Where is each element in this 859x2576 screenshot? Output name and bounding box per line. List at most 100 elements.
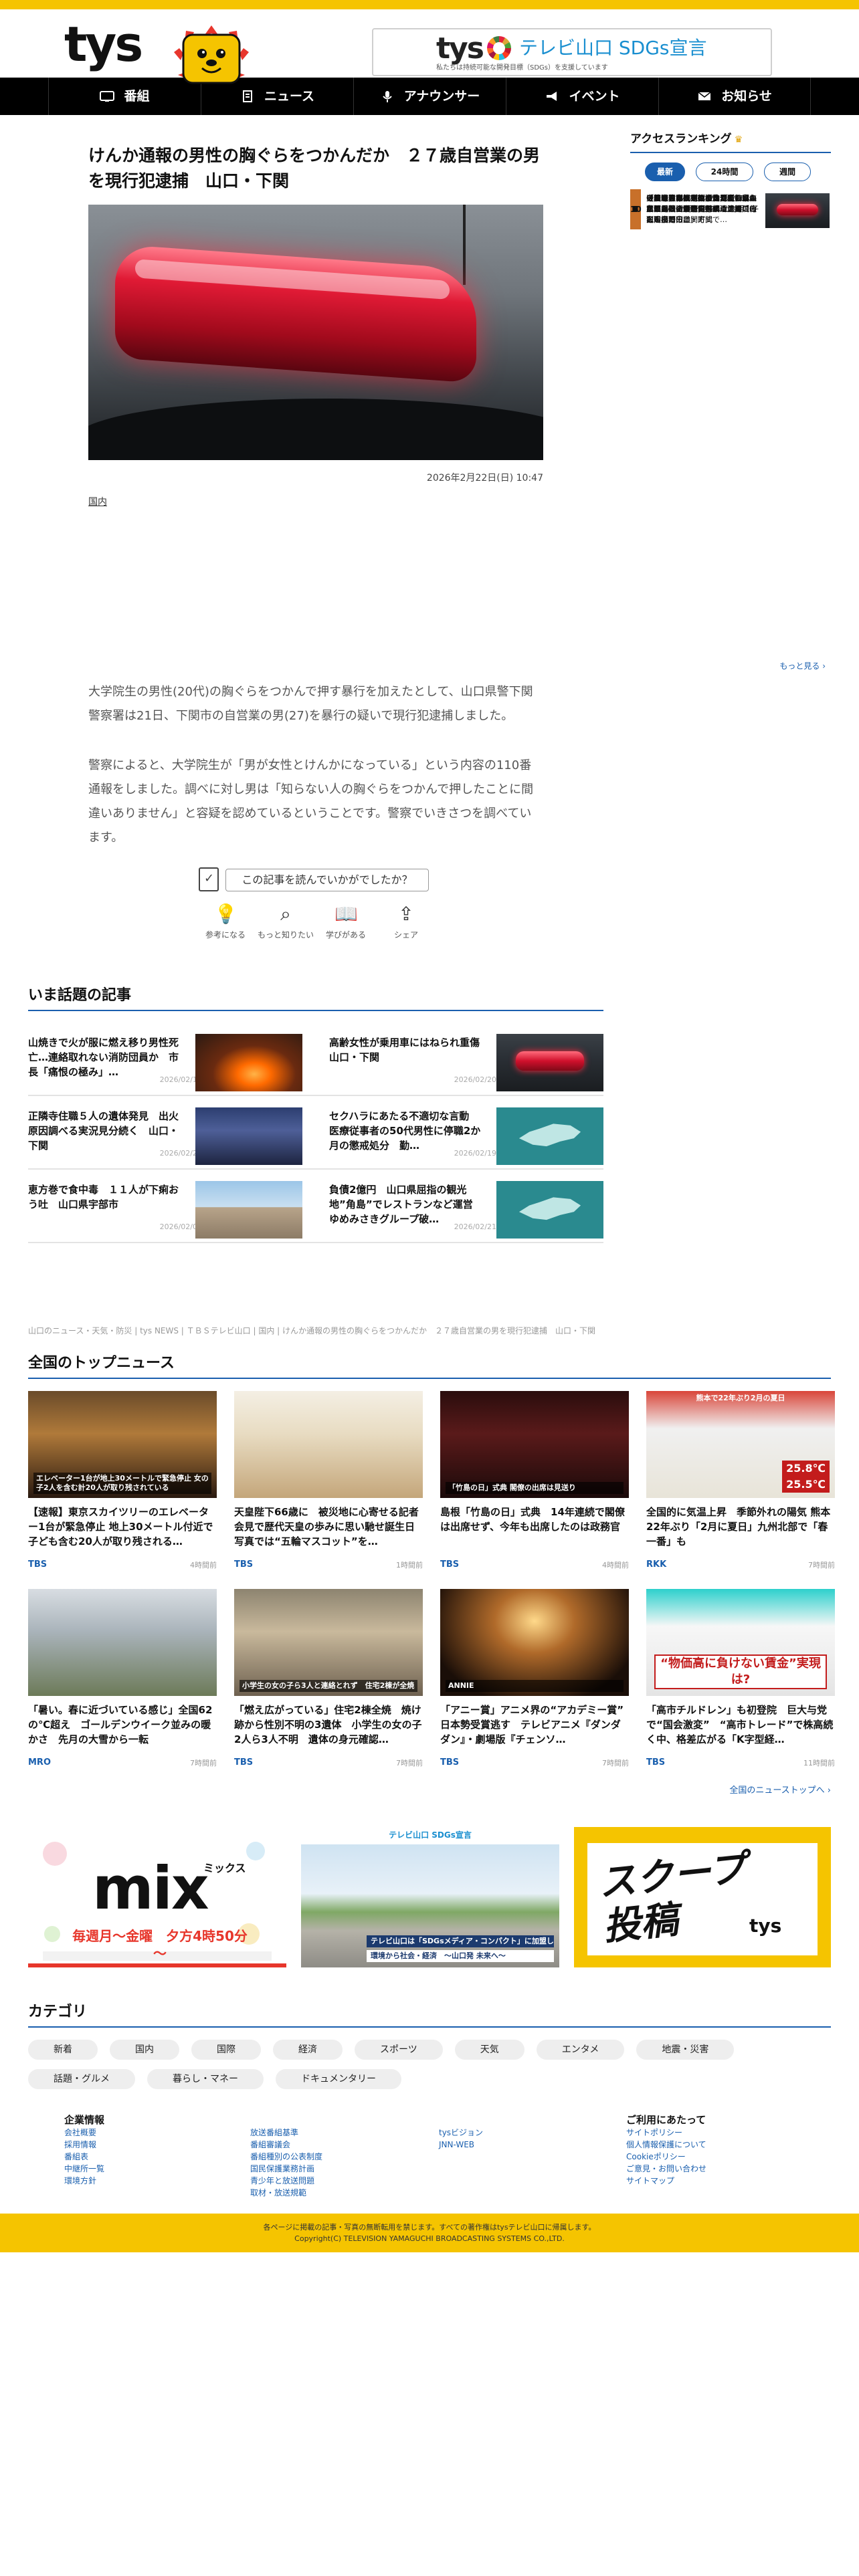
scoop-banner[interactable]: スクープ投稿 tys [574, 1827, 831, 1967]
sdgs-header-banner[interactable]: tys テレビ山口 SDGs宣言 私たちは持続可能な開発目標（SDGs）を支援し… [372, 28, 772, 76]
article-hero-image [88, 205, 543, 460]
footer-link[interactable]: 番組審議会 [250, 2139, 322, 2151]
footer-link[interactable]: 取材・放送規範 [250, 2187, 322, 2199]
article-main: けんか通報の男性の胸ぐらをつかんだか ２７歳自営業の男を現行犯逮捕 山口・下関 … [88, 143, 543, 940]
category-chip[interactable]: 経済 [273, 2040, 343, 2060]
national-news-title: 全国的に気温上昇 季節外れの陽気 熊本22年ぶり「2月に夏日」九州北部で「春一番… [646, 1506, 831, 1547]
news-source-label: MRO [28, 1757, 51, 1767]
nav-item-announcers[interactable]: アナウンサー [353, 78, 506, 115]
trending-article-title: セクハラにあたる不適切な言動 医療従事者の50代男性に停職2か月の懲戒処分 勤… [329, 1110, 481, 1152]
footer-link[interactable]: 中継所一覧 [64, 2163, 104, 2175]
category-chip[interactable]: 地震・災害 [636, 2040, 735, 2060]
book-icon: 📖 [335, 903, 358, 925]
lightbulb-icon: 💡 [214, 903, 237, 925]
site-logo[interactable]: tys [64, 17, 143, 71]
crown-icon: ♛ [734, 134, 743, 145]
promo-banners: mix ミックス 毎週月～金曜 夕方4時50分～ テレビ山口 SDGs宣言 テレ… [28, 1827, 831, 1967]
tab-weekly[interactable]: 週間 [764, 163, 811, 181]
footer-link[interactable]: 番組表 [64, 2151, 104, 2163]
tv-icon [100, 91, 115, 102]
footer-link[interactable]: 環境方針 [64, 2175, 104, 2187]
article-category-tag[interactable]: 国内 [88, 496, 107, 508]
national-news-card[interactable]: 天皇陛下66歳に 被災地に心寄せる記者会見で歴代天皇の歩みに思い馳せ誕生日写真で… [234, 1391, 423, 1589]
reaction-label: シェア [393, 930, 418, 940]
trending-article-item[interactable]: 高齢女性が乗用車にはねられ重傷 山口・下関 2026/02/20 [28, 1025, 603, 1095]
national-news-thumbnail: 小学生の女の子ら3人と連絡とれず 住宅2棟が全焼 [234, 1589, 423, 1696]
national-news-card[interactable]: 小学生の女の子ら3人と連絡とれず 住宅2棟が全焼 「燃え広がっている」住宅2棟全焼… [234, 1589, 423, 1787]
category-chip[interactable]: エンタメ [536, 2040, 625, 2060]
footer-link[interactable]: サイトマップ [626, 2175, 706, 2187]
reaction-learning[interactable]: 📖 学びがある [316, 903, 376, 940]
nav-item-notices[interactable]: お知らせ [658, 78, 811, 115]
footer-link[interactable]: 採用情報 [64, 2139, 104, 2151]
national-news-card[interactable]: 「竹島の日」式典 閣僚の出席は見送り 島根「竹島の日」式典 14年連続で閣僚は出席… [440, 1391, 629, 1589]
national-news-title: 島根「竹島の日」式典 14年連続で閣僚は出席せず、今年も出席したのは政務官 [440, 1506, 625, 1533]
mix-schedule: 毎週月～金曜 夕方4時50分～ [72, 1928, 248, 1961]
category-chip[interactable]: スポーツ [355, 2040, 443, 2060]
category-chip[interactable]: 国際 [191, 2040, 261, 2060]
national-news-card[interactable]: 25.8℃ 25.5℃ 熊本で22年ぶり2月の夏日 全国的に気温上昇 季節外れの陽気 … [646, 1391, 835, 1589]
national-news-title: 「アニー賞」アニメ界の“アカデミー賞” 日本勢受賞逃す テレビアニメ『ダンダダン… [440, 1704, 629, 1745]
national-news-card[interactable]: ANNIE 「アニー賞」アニメ界の“アカデミー賞” 日本勢受賞逃す テレビアニメ『… [440, 1589, 629, 1787]
footer-link[interactable]: 番組種別の公表制度 [250, 2151, 322, 2163]
reaction-want-more[interactable]: ⌕ もっと知りたい [256, 903, 316, 940]
footer-link[interactable]: 青少年と放送問題 [250, 2175, 322, 2187]
category-chip[interactable]: 新着 [28, 2040, 98, 2060]
search-icon: ⌕ [280, 903, 291, 925]
section-title: カテゴリ [28, 2002, 831, 2028]
footer-link[interactable]: Cookieポリシー [626, 2151, 706, 2163]
national-news-card[interactable]: “物価高に負けない賃金”実現は? 「高市チルドレン」も初登院 巨大与党で“国会激変… [646, 1589, 835, 1787]
category-chip[interactable]: ドキュメンタリー [276, 2069, 401, 2089]
nav-item-events[interactable]: イベント [506, 78, 658, 115]
mix-banner[interactable]: mix ミックス 毎週月～金曜 夕方4時50分～ [28, 1827, 286, 1967]
feedback-button[interactable]: この記事を読んでいかがでしたか？ [225, 869, 429, 891]
category-chip[interactable]: 国内 [110, 2040, 179, 2060]
ranking-sidebar: アクセスランキング♛ 最新 24時間 週間 1【速報】自転車の女性が車にはねられ… [630, 131, 831, 671]
trending-article-item[interactable]: セクハラにあたる不適切な言動 医療従事者の50代男性に停職2か月の懲戒処分 勤…… [28, 1098, 603, 1169]
footer-link[interactable]: 放送番組基準 [250, 2127, 322, 2139]
nav-label: アナウンサー [403, 89, 480, 104]
breadcrumb[interactable]: 山口のニュース・天気・防災 | tys NEWS | ＴＢＳテレビ山口 | 国内… [28, 1325, 603, 1336]
national-news-thumbnail: エレベーター1台が地上30メートルで緊急停止 女の子2人を含む計20人が取り残さ… [28, 1391, 217, 1498]
trending-article-item[interactable]: 負債2億円 山口県屈指の観光地”角島”でレストランなど運営 ゆめみさきグループ破… [28, 1172, 603, 1243]
news-source-label: TBS [234, 1560, 254, 1570]
reaction-share[interactable]: ⇪ シェア [376, 903, 436, 940]
national-news-card[interactable]: エレベーター1台が地上30メートルで緊急停止 女の子2人を含む計20人が取り残さ… [28, 1391, 217, 1589]
temperature-label: 25.8℃ [782, 1461, 830, 1477]
footer-link[interactable]: tysビジョン [439, 2127, 483, 2139]
footer-bar: 各ページに掲載の記事・写真の無断転用を禁じます。すべての著作権はtysテレビ山口… [0, 2214, 859, 2252]
reaction-useful[interactable]: 💡 参考になる [195, 903, 256, 940]
footer-column-company: 企業情報 会社概要 採用情報 番組表 中継所一覧 環境方針 [64, 2113, 104, 2187]
ranking-title: ７８歳男が木刀を手に近所の家に…男性の頭を殴打か 逮捕 山口・長門 [646, 194, 757, 224]
ranking-more-link[interactable]: もっと見る › [779, 661, 826, 671]
banner-title: テレビ山口 SDGs宣言 [519, 37, 707, 59]
footer-link[interactable]: 会社概要 [64, 2127, 104, 2139]
category-chip[interactable]: 天気 [454, 2040, 524, 2060]
national-news-grid: エレベーター1台が地上30メートルで緊急停止 女の子2人を含む計20人が取り残さ… [28, 1391, 835, 1787]
tab-latest[interactable]: 最新 [645, 163, 685, 181]
footer-link[interactable]: 個人情報保護について [626, 2139, 706, 2151]
category-chip[interactable]: 話題・グルメ [28, 2069, 135, 2089]
category-chip[interactable]: 暮らし・マネー [147, 2069, 264, 2089]
national-news-title: 「暑い。春に近づいている感じ」全国62の℃超え ゴールデンウイーク並みの暖かさ … [28, 1704, 213, 1745]
trending-article-date: 2026/02/21 [454, 1222, 496, 1231]
reaction-label: もっと知りたい [257, 930, 314, 940]
thumbnail-caption: “物価高に負けない賃金”実現は? [654, 1654, 827, 1689]
footer-link[interactable]: JNN-WEB [439, 2139, 483, 2151]
sdgs-banner[interactable]: テレビ山口 SDGs宣言 テレビ山口は「SDGsメディア・コンパクト」に加盟しま… [301, 1827, 559, 1967]
national-news-card[interactable]: 「暑い。春に近づいている感じ」全国62の℃超え ゴールデンウイーク並みの暖かさ … [28, 1589, 217, 1787]
national-news-title: 【速報】東京スカイツリーのエレベーター1台が緊急停止 地上30メートル付近で子ど… [28, 1506, 213, 1547]
nav-label: 番組 [124, 89, 150, 104]
sdgs-wheel-icon [487, 36, 511, 60]
footer-heading: 企業情報 [64, 2114, 105, 2126]
article-paragraph: 大学院生の男性(20代)の胸ぐらをつかんで押す暴行を加えたとして、山口県警下関警… [88, 685, 533, 723]
footer-link[interactable]: サイトポリシー [626, 2127, 706, 2139]
footer-link[interactable]: 国民保護業務計画 [250, 2163, 322, 2175]
news-source-label: TBS [440, 1757, 460, 1767]
footer-link[interactable]: ご意見・お問い合わせ [626, 2163, 706, 2175]
thumbnail-caption: 小学生の女の子ら3人と連絡とれず 住宅2棟が全焼 [240, 1680, 417, 1692]
reaction-label: 学びがある [325, 930, 366, 940]
footer-notice: 各ページに掲載の記事・写真の無断転用を禁じます。すべての著作権はtysテレビ山口… [263, 2223, 596, 2232]
tab-24h[interactable]: 24時間 [696, 163, 753, 181]
national-more-link[interactable]: 全国のニューストップへ › [729, 1786, 831, 1796]
